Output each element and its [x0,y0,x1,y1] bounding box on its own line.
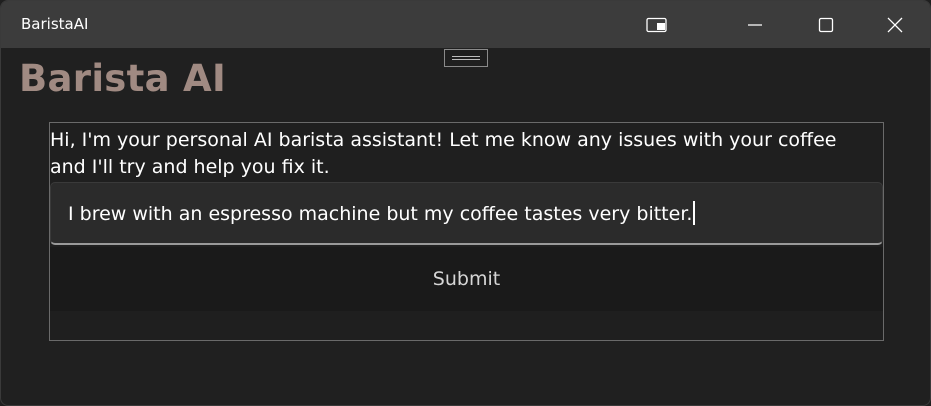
minimize-icon [747,17,763,33]
question-input-value: I brew with an espresso machine but my c… [68,201,696,225]
page-title: Barista AI [19,57,227,100]
title-bar[interactable]: BaristaAI [1,1,930,48]
compact-overlay-icon [646,17,668,33]
close-button[interactable] [872,1,918,48]
app-window: BaristaAI Barista AI Hi, I'm your person… [0,0,931,406]
assistant-intro-text: Hi, I'm your personal AI barista assista… [50,129,837,178]
submit-button[interactable]: Submit [50,247,883,311]
chat-panel: Hi, I'm your personal AI barista assista… [49,122,884,341]
close-icon [887,17,903,33]
maximize-icon [818,17,834,33]
minimize-button[interactable] [732,1,778,48]
compact-overlay-button[interactable] [634,1,680,48]
text-caret [693,201,696,225]
drag-handle-icon[interactable] [444,49,488,67]
question-input[interactable]: I brew with an espresso machine but my c… [50,182,883,245]
maximize-button[interactable] [803,1,849,48]
window-title: BaristaAI [21,15,89,33]
